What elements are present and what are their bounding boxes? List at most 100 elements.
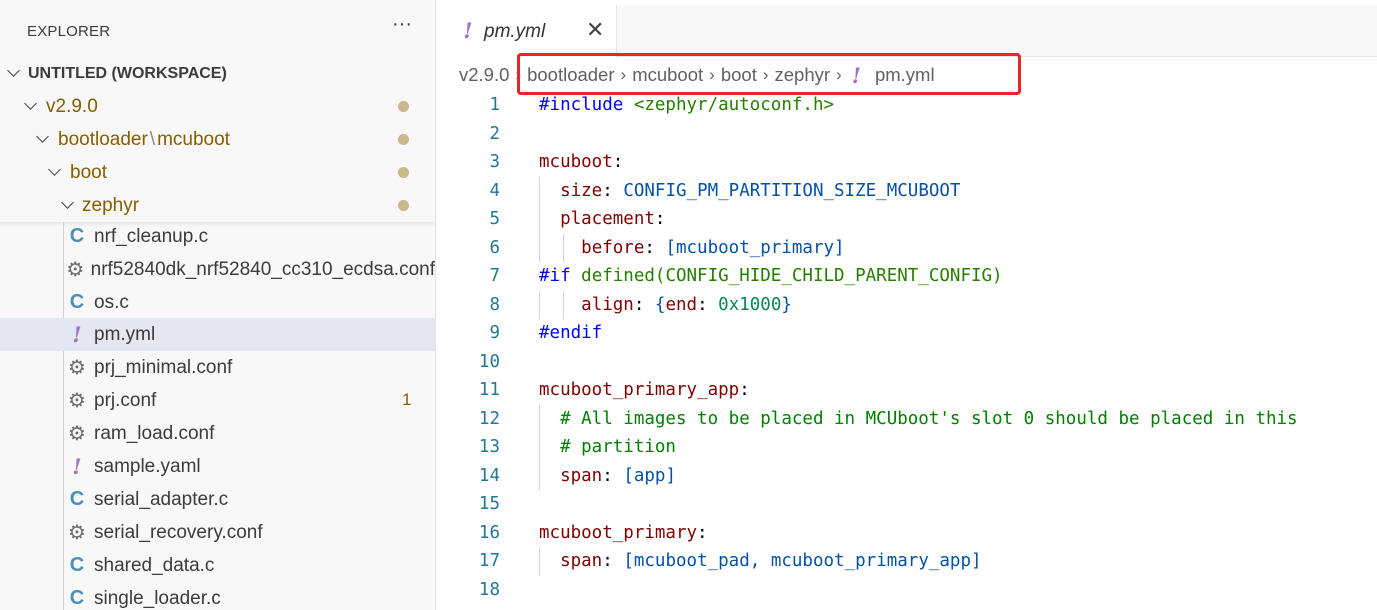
code-text: #if defined(CONFIG_HIDE_CHILD_PARENT_CON… <box>539 262 1003 291</box>
code-token: CONFIG_PM_PARTITION_SIZE_MCUBOOT <box>623 180 961 201</box>
code-token: : <box>654 209 666 229</box>
code-token: #if <box>539 266 582 286</box>
line-number: 18 <box>478 579 500 600</box>
code-token: defined(CONFIG_HIDE_CHILD_PARENT_CONFIG) <box>581 266 1003 286</box>
code-line[interactable]: 12 # All images to be placed in MCUboot'… <box>437 404 1377 434</box>
code-token: : <box>602 465 624 486</box>
breadcrumb-file[interactable]: pm.yml <box>875 64 935 86</box>
line-number: 1 <box>489 95 500 115</box>
folder-zephyr[interactable]: zephyr <box>0 189 435 222</box>
file-prj-minimal-conf[interactable]: ⚙ prj_minimal.conf <box>0 351 435 384</box>
code-line[interactable]: 16 mcuboot_primary: <box>437 519 1377 548</box>
modified-dot <box>398 134 409 145</box>
code-text: mcuboot_primary: <box>539 519 708 548</box>
file-serial-adapter-c[interactable]: C serial_adapter.c <box>0 483 435 516</box>
code-token: : <box>612 152 624 172</box>
file-nrf52840dk-conf[interactable]: ⚙ nrf52840dk_nrf52840_cc310_ecdsa.conf <box>0 253 435 286</box>
line-number: 5 <box>489 209 500 229</box>
code-line[interactable]: 6 before: [mcuboot_primary] <box>437 233 1377 262</box>
file-shared-data-c[interactable]: C shared_data.c <box>0 549 435 582</box>
chevron-right-icon: › <box>762 65 769 84</box>
code-line[interactable]: 17 span: [mcuboot_pad, mcuboot_primary_a… <box>437 547 1377 576</box>
code-text: align: {end: 0x1000} <box>539 291 792 320</box>
folder-bootloader-mcuboot[interactable]: bootloader \ mcuboot <box>0 123 435 156</box>
file-single-loader-c[interactable]: C single_loader.c <box>0 582 435 610</box>
file-label: nrf_cleanup.c <box>94 225 209 247</box>
code-line[interactable]: 2 <box>437 120 1377 149</box>
breadcrumb-item[interactable]: boot <box>721 64 757 86</box>
code-token: 0x1000 <box>718 294 782 315</box>
code-token: [mcuboot_primary] <box>665 237 845 258</box>
line-number: 13 <box>478 437 500 457</box>
folder-label-bootloader: bootloader <box>58 128 148 150</box>
chevron-down-icon <box>48 163 61 176</box>
code-text: placement: <box>539 205 665 234</box>
more-actions-icon[interactable]: ··· <box>392 14 412 34</box>
code-line[interactable]: 15 <box>437 490 1377 519</box>
code-line[interactable]: 14 span: [app] <box>437 461 1377 491</box>
code-line[interactable]: 10 <box>437 348 1377 377</box>
file-label: prj.conf <box>94 389 157 411</box>
chevron-right-icon: › <box>836 65 842 84</box>
code-text: mcuboot: <box>539 148 623 177</box>
code-token: [mcuboot_pad, mcuboot_primary_app] <box>623 551 982 571</box>
breadcrumb-item[interactable]: v2.9.0 <box>459 64 509 86</box>
workspace-root[interactable]: UNTITLED (WORKSPACE) <box>0 57 435 90</box>
line-number: 11 <box>478 380 500 400</box>
tab-pm-yml[interactable]: ! pm.yml ✕ <box>437 5 617 58</box>
modified-dot <box>398 101 409 112</box>
yaml-icon: ! <box>72 454 82 479</box>
close-icon[interactable]: ✕ <box>586 17 604 43</box>
c-icon: C <box>69 225 85 247</box>
gear-icon: ⚙ <box>68 390 86 412</box>
line-number: 2 <box>489 123 500 144</box>
code-line[interactable]: 1 #include <zephyr/autoconf.h> <box>437 91 1377 120</box>
explorer-title: EXPLORER <box>27 23 111 40</box>
code-line[interactable]: 11 mcuboot_primary_app: <box>437 376 1377 405</box>
breadcrumb-item[interactable]: bootloader <box>527 64 614 86</box>
folder-v2-9-0[interactable]: v2.9.0 <box>0 90 435 123</box>
code-token: : <box>697 294 719 315</box>
code-token: placement <box>560 209 655 229</box>
code-token: mcuboot_primary_app <box>539 380 740 400</box>
breadcrumb-item[interactable]: mcuboot <box>632 64 703 86</box>
gear-icon: ⚙ <box>68 423 86 445</box>
file-ram-load-conf[interactable]: ⚙ ram_load.conf <box>0 417 435 450</box>
breadcrumb-item[interactable]: zephyr <box>775 64 831 86</box>
code-line[interactable]: 3 mcuboot: <box>437 148 1377 177</box>
code-text: #include <zephyr/autoconf.h> <box>539 91 834 120</box>
file-serial-recovery-conf[interactable]: ⚙ serial_recovery.conf <box>0 516 435 549</box>
file-prj-conf[interactable]: ⚙ prj.conf 1 <box>0 384 435 417</box>
code-line[interactable]: 13 # partition <box>437 433 1377 462</box>
folder-boot[interactable]: boot <box>0 156 435 189</box>
code-text: span: [app] <box>539 462 676 491</box>
explorer-sidebar: EXPLORER ··· UNTITLED (WORKSPACE) v2.9.0… <box>0 0 436 610</box>
folder-label-mcuboot: mcuboot <box>157 128 230 150</box>
code-token: : <box>697 522 708 543</box>
code-line[interactable]: 7 #if defined(CONFIG_HIDE_CHILD_PARENT_CO… <box>437 262 1377 291</box>
gear-icon: ⚙ <box>68 522 86 544</box>
file-sample-yaml[interactable]: ! sample.yaml <box>0 450 435 483</box>
file-label: serial_recovery.conf <box>94 521 263 543</box>
file-label: prj_minimal.conf <box>94 356 233 378</box>
code-line[interactable]: 5 placement: <box>437 205 1377 234</box>
code-editor[interactable]: 1 #include <zephyr/autoconf.h> 2 3 mcuboot: 4… <box>437 91 1377 604</box>
code-line[interactable]: 4 size: CONFIG_PM_PARTITION_SIZE_MCUBOOT <box>437 176 1377 206</box>
code-text: size: CONFIG_PM_PARTITION_SIZE_MCUBOOT <box>539 177 960 206</box>
problem-count-badge: 1 <box>402 390 412 409</box>
code-text: # All images to be placed in MCUboot's s… <box>539 405 1298 434</box>
code-line[interactable]: 8 align: {end: 0x1000} <box>437 290 1377 320</box>
file-os-c[interactable]: C os.c <box>0 286 435 319</box>
code-line[interactable]: 18 <box>437 576 1377 605</box>
code-token: # All images to be placed in MCUboot's s… <box>560 408 1298 429</box>
file-pm-yml[interactable]: ! pm.yml <box>0 318 435 351</box>
folder-label: zephyr <box>82 194 140 216</box>
line-number: 7 <box>489 266 500 286</box>
code-line[interactable]: 9 #endif <box>437 319 1377 348</box>
code-token: <zephyr/autoconf.h> <box>633 95 835 115</box>
file-label: single_loader.c <box>94 587 221 609</box>
code-token: # partition <box>560 437 676 457</box>
code-token: before <box>581 237 645 258</box>
file-nrf-cleanup-c[interactable]: C nrf_cleanup.c <box>0 220 435 253</box>
